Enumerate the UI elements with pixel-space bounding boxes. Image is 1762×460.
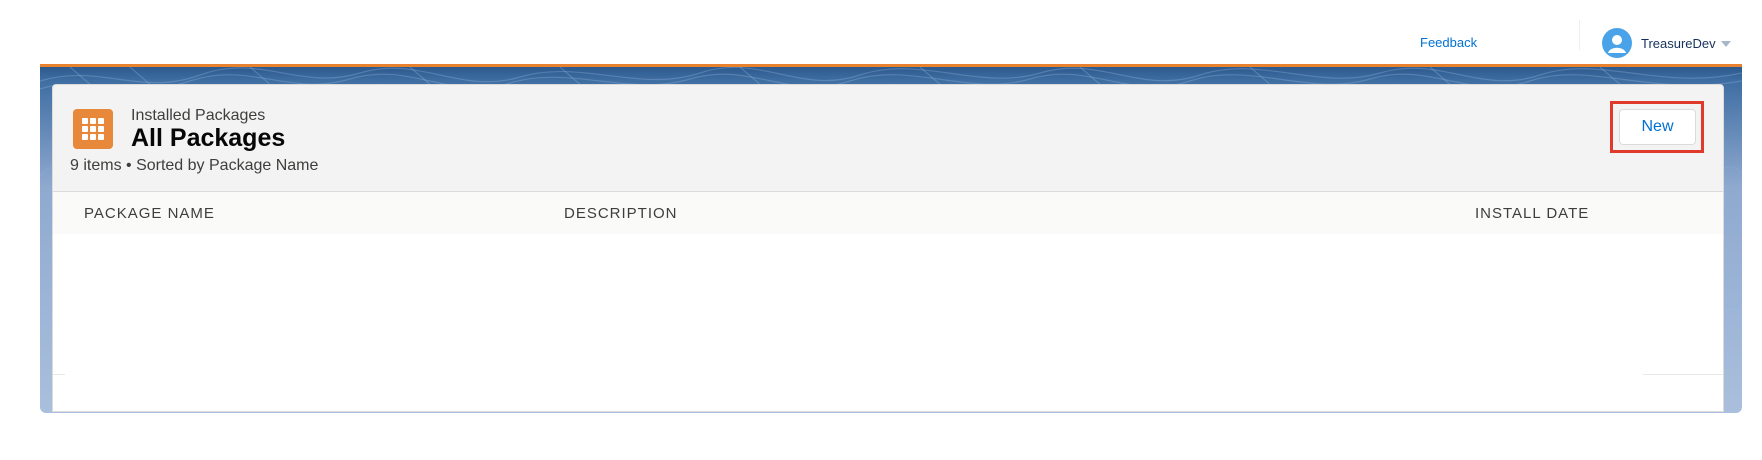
app-launcher-grid-icon bbox=[73, 109, 113, 149]
column-header-install-date[interactable]: INSTALL DATE bbox=[1475, 205, 1589, 222]
global-header: Feedback TreasureDev bbox=[0, 0, 1762, 64]
table-header: PACKAGE NAME DESCRIPTION INSTALL DATE bbox=[53, 191, 1723, 235]
user-name: TreasureDev bbox=[1641, 35, 1716, 51]
table-body bbox=[53, 234, 1723, 411]
object-label: Installed Packages bbox=[131, 107, 266, 124]
column-header-description[interactable]: DESCRIPTION bbox=[564, 205, 678, 222]
list-view-title[interactable]: All Packages bbox=[131, 124, 285, 153]
user-menu[interactable]: TreasureDev bbox=[1602, 28, 1731, 58]
new-button[interactable]: New bbox=[1619, 109, 1696, 145]
loading-overlay bbox=[65, 238, 1643, 411]
list-view-panel: Installed Packages All Packages 9 items … bbox=[52, 84, 1724, 412]
header-divider bbox=[1579, 20, 1580, 50]
feedback-link[interactable]: Feedback bbox=[1420, 35, 1477, 50]
list-summary: 9 items • Sorted by Package Name bbox=[70, 157, 319, 174]
chevron-down-icon[interactable] bbox=[1720, 41, 1731, 47]
column-header-package-name[interactable]: PACKAGE NAME bbox=[84, 205, 215, 222]
user-avatar-icon bbox=[1602, 28, 1632, 58]
